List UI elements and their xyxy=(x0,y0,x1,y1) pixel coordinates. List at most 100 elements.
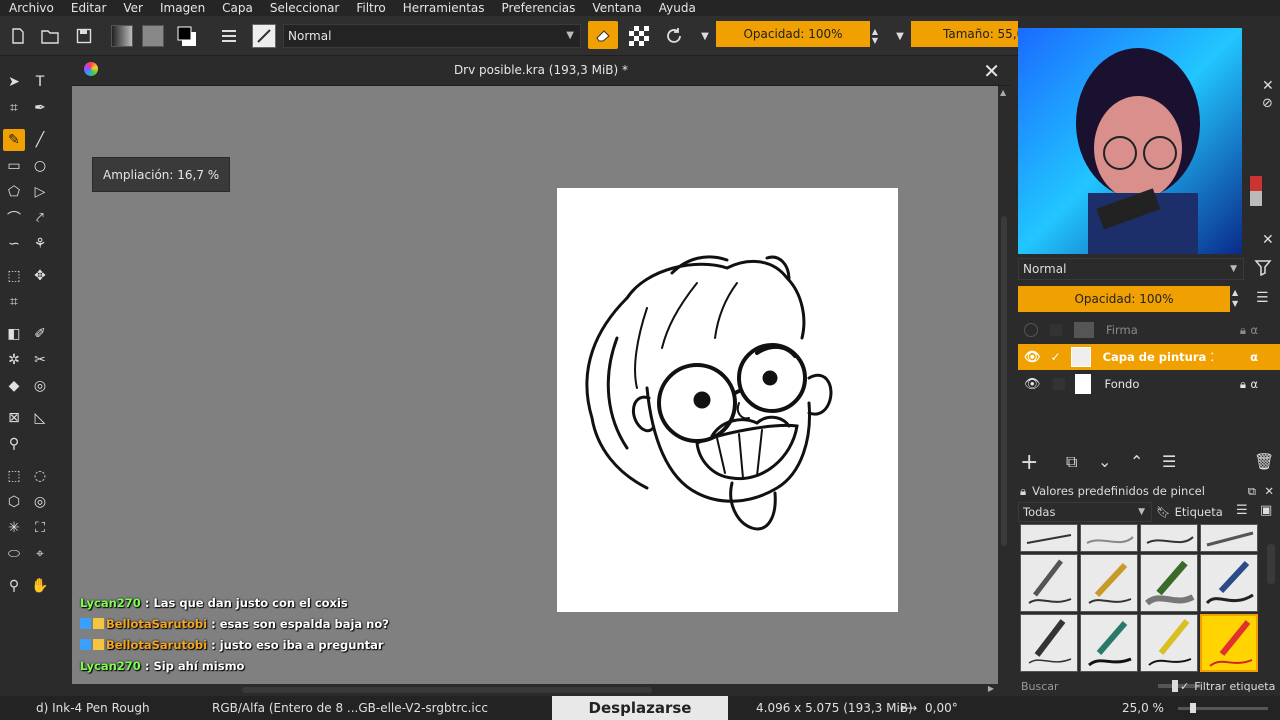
polyline-tool-icon[interactable]: ▷ xyxy=(29,181,51,203)
brush-preset-tile[interactable] xyxy=(1020,524,1078,552)
brush-preset-icon[interactable] xyxy=(252,24,276,48)
ellipse-select-icon[interactable]: ◌ xyxy=(29,465,51,487)
new-document-icon[interactable] xyxy=(6,24,30,48)
smart-patch-icon[interactable]: ✲ xyxy=(3,349,25,371)
brush-preset-tile[interactable] xyxy=(1200,554,1258,612)
layer-checkbox[interactable] xyxy=(1052,378,1065,390)
brush-preset-tile[interactable] xyxy=(1140,524,1198,552)
eraser-icon[interactable] xyxy=(588,21,618,49)
brush-preset-tile[interactable] xyxy=(1140,554,1198,612)
zoom-tool-icon[interactable]: ⚲ xyxy=(3,575,25,597)
close-icon[interactable]: ✕ xyxy=(1264,484,1274,498)
canvas-viewport[interactable]: Ampliación: 16,7 % Lycan270 : Las que da… xyxy=(72,86,998,684)
save-icon[interactable] xyxy=(72,24,96,48)
menu-imagen[interactable]: Imagen xyxy=(151,0,213,16)
visibility-icon[interactable]: 👁︎ xyxy=(1024,350,1041,365)
brush-preset-tile[interactable] xyxy=(1020,614,1078,672)
fill-tool-icon[interactable]: ◆ xyxy=(3,375,25,397)
opacity-slider[interactable]: Opacidad: 100% xyxy=(716,21,870,47)
menu-herramientas[interactable]: Herramientas xyxy=(394,0,493,16)
layer-properties-icon[interactable]: ☰ xyxy=(1162,452,1176,471)
opacity-stepper[interactable]: ▲ ▼ xyxy=(868,24,882,48)
menu-preferencias[interactable]: Preferencias xyxy=(493,0,584,16)
brush-preset-tile[interactable] xyxy=(1140,614,1198,672)
visibility-off-icon[interactable] xyxy=(1024,323,1038,337)
assistant-icon[interactable]: ⊠ xyxy=(3,407,25,429)
polygon-tool-icon[interactable]: ⬠ xyxy=(3,181,25,203)
pan-tool-icon[interactable]: ✋ xyxy=(29,575,51,597)
rotation-icon[interactable]: ⟷ xyxy=(900,701,917,715)
scrollbar-thumb[interactable] xyxy=(1001,216,1007,546)
color-swatch-icon[interactable] xyxy=(176,24,200,48)
contiguous-select-icon[interactable]: ✳ xyxy=(3,517,25,539)
zoom-slider[interactable] xyxy=(1178,703,1268,713)
gradient-tool-icon[interactable]: ◧ xyxy=(3,323,25,345)
chevron-down-icon[interactable]: ▼ xyxy=(693,24,717,48)
layer-opacity-stepper[interactable]: ▲ ▼ xyxy=(1232,287,1238,309)
move-layer-down-icon[interactable]: ⌄ xyxy=(1098,452,1111,471)
close-icon[interactable]: ✕ xyxy=(1262,78,1274,94)
blend-mode-select[interactable]: Normal ▼ xyxy=(283,24,581,48)
layer-name[interactable]: Fondo xyxy=(1105,377,1140,391)
duplicate-layer-icon[interactable]: ⧉ xyxy=(1066,452,1077,472)
color-history-swatch[interactable] xyxy=(1250,176,1262,206)
polygon-select-icon[interactable]: ⬡ xyxy=(3,491,25,513)
brush-preset-tile[interactable] xyxy=(1200,524,1258,552)
brush-preset-tile-selected[interactable] xyxy=(1200,614,1258,672)
menu-editar[interactable]: Editar xyxy=(62,0,115,16)
alpha-lock-icon[interactable]: α xyxy=(1250,323,1258,337)
close-icon[interactable]: ✕ xyxy=(1262,232,1274,248)
delete-layer-icon[interactable]: 🗑︎ xyxy=(1254,452,1274,471)
prohibited-icon[interactable]: ⊘ xyxy=(1262,96,1273,111)
horizontal-scrollbar[interactable]: ▶ xyxy=(72,684,998,696)
layer-blend-mode-select[interactable]: Normal ▼ xyxy=(1018,258,1244,280)
size-slider[interactable]: Tamaño: 55,0 xyxy=(911,21,1018,47)
layer-opacity-slider[interactable]: Opacidad: 100% xyxy=(1018,286,1230,312)
bezier-select-icon[interactable]: ⬭ xyxy=(3,543,25,565)
save-icon[interactable]: ▣ xyxy=(1260,503,1272,518)
layer-row[interactable]: Firma 🔒︎ α xyxy=(1018,317,1280,343)
similar-select-icon[interactable]: ⛶ xyxy=(29,517,51,539)
brush-preset-tile[interactable] xyxy=(1020,554,1078,612)
brush-settings-icon[interactable] xyxy=(217,24,241,48)
menu-icon[interactable]: ☰ xyxy=(1256,290,1269,306)
select-icon[interactable]: ➤ xyxy=(3,71,25,93)
reload-icon[interactable] xyxy=(662,24,686,48)
rectangle-tool-icon[interactable]: ▭ xyxy=(3,155,25,177)
brush-preset-tile[interactable] xyxy=(1080,614,1138,672)
menu-ventana[interactable]: Ventana xyxy=(583,0,649,16)
bezier-tool-icon[interactable]: ⌒ xyxy=(3,207,25,229)
transparency-lock-icon[interactable] xyxy=(627,24,651,48)
layer-row[interactable]: 👁︎ Fondo 🔒︎ α xyxy=(1018,371,1280,397)
pattern-icon[interactable] xyxy=(141,24,165,48)
lock-icon[interactable]: 🔒︎ xyxy=(1020,484,1026,499)
scrollbar-thumb[interactable] xyxy=(242,687,652,693)
menu-ver[interactable]: Ver xyxy=(114,0,151,16)
reference-icon[interactable]: ⚲ xyxy=(3,433,25,455)
filter-tag-toggle[interactable]: ✓ Filtrar etiqueta xyxy=(1180,678,1275,696)
menu-capa[interactable]: Capa xyxy=(213,0,261,16)
ellipse-tool-icon[interactable]: ○ xyxy=(29,155,51,177)
menu-archivo[interactable]: Archivo xyxy=(0,0,62,16)
chevron-down-icon[interactable]: ▼ xyxy=(888,24,912,48)
move-layer-up-icon[interactable]: ⌃ xyxy=(1130,452,1143,471)
rect-select-icon[interactable]: ⬚ xyxy=(3,465,25,487)
drawing-paper[interactable] xyxy=(557,188,898,612)
color-picker-icon[interactable]: ✐ xyxy=(29,323,51,345)
freehand-select-icon[interactable]: ◎ xyxy=(29,491,51,513)
path-tool-icon[interactable]: ⤤ xyxy=(29,207,51,229)
layer-name[interactable]: Capa de pintura 1 F... xyxy=(1103,350,1213,364)
layer-name[interactable]: Firma xyxy=(1106,323,1138,337)
menu-icon[interactable]: ☰ xyxy=(1236,503,1248,518)
layer-checkbox[interactable] xyxy=(1050,324,1062,336)
brush-tool-icon[interactable]: ✎ xyxy=(3,129,25,151)
alpha-lock-icon[interactable]: α xyxy=(1250,350,1258,364)
float-docker-icon[interactable]: ⧉ xyxy=(1248,484,1256,499)
lock-icon[interactable]: 🔒︎ xyxy=(1240,377,1246,392)
multibrush-icon[interactable]: ⚘ xyxy=(29,233,51,255)
line-tool-icon[interactable]: ╱ xyxy=(29,129,51,151)
close-icon[interactable]: ✕ xyxy=(983,59,1000,83)
freehand-path-icon[interactable]: ∽ xyxy=(3,233,25,255)
enclose-fill-icon[interactable]: ◎ xyxy=(29,375,51,397)
crop-tool-icon[interactable]: ⌗ xyxy=(3,291,25,313)
